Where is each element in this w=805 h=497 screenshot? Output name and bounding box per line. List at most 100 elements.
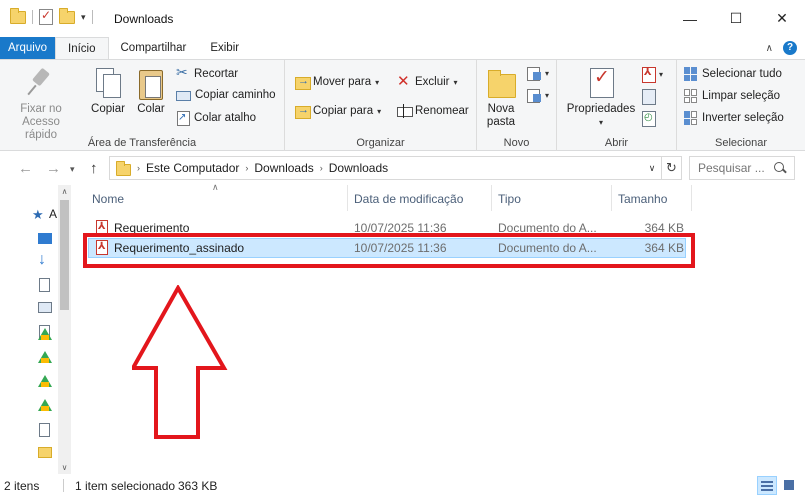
- copy-to-button[interactable]: Copiar para ▾: [295, 104, 381, 119]
- open-group: Propriedades ▾ ▾ Abrir: [557, 60, 677, 151]
- copy-path-label: Copiar caminho: [195, 89, 276, 101]
- tab-exibir[interactable]: Exibir: [198, 37, 251, 59]
- up-arrow-icon[interactable]: ↑: [90, 160, 98, 177]
- ribbon-tabs: Arquivo Início Compartilhar Exibir: [0, 37, 805, 59]
- column-divider[interactable]: [611, 185, 612, 211]
- document-icon[interactable]: [39, 278, 50, 292]
- tab-compartilhar[interactable]: Compartilhar: [109, 37, 199, 59]
- open-group-label: Abrir: [604, 137, 629, 149]
- refresh-icon[interactable]: ↻: [661, 157, 681, 179]
- help-icon[interactable]: ?: [783, 41, 797, 55]
- file-explorer-window: ▾ Downloads — ☐ ✕ Arquivo Início Compart…: [0, 0, 805, 497]
- chevron-right-icon[interactable]: ›: [320, 163, 323, 173]
- dropdown-arrow-icon: ▾: [598, 118, 603, 127]
- new-folder-button[interactable]: Nova pasta: [483, 66, 519, 129]
- rename-icon: [397, 104, 413, 118]
- column-name[interactable]: Nome: [92, 192, 124, 206]
- tab-inicio[interactable]: Início: [55, 37, 109, 59]
- paste-label: Colar: [137, 103, 165, 115]
- column-size[interactable]: Tamanho: [618, 192, 667, 206]
- move-to-button[interactable]: Mover para ▾: [295, 75, 379, 90]
- search-input[interactable]: [698, 161, 774, 175]
- history-icon: [641, 111, 656, 127]
- maximize-button[interactable]: ☐: [713, 0, 759, 37]
- breadcrumb-downloads[interactable]: Downloads: [254, 161, 313, 175]
- tab-arquivo[interactable]: Arquivo: [0, 37, 55, 59]
- quick-access-label[interactable]: A: [49, 207, 57, 221]
- highlight-annotation: [83, 233, 695, 268]
- search-icon: [774, 162, 786, 174]
- large-icons-view-icon: [784, 480, 794, 490]
- breadcrumb-este-computador[interactable]: Este Computador: [146, 161, 239, 175]
- column-divider[interactable]: [491, 185, 492, 211]
- column-date[interactable]: Data de modificação: [354, 192, 463, 206]
- select-all-label: Selecionar tudo: [702, 68, 782, 80]
- column-type[interactable]: Tipo: [498, 192, 521, 206]
- large-icons-view-button[interactable]: [780, 476, 800, 495]
- delete-icon: [397, 72, 411, 90]
- cut-label: Recortar: [194, 68, 239, 80]
- navigation-scrollbar[interactable]: ∧ ∨: [58, 185, 71, 474]
- details-view-button[interactable]: [757, 476, 777, 495]
- toolbar-separator: [91, 10, 93, 24]
- new-folder-icon[interactable]: [59, 7, 75, 24]
- pictures-icon[interactable]: [38, 302, 52, 313]
- collapse-ribbon-icon[interactable]: ∧: [766, 43, 773, 54]
- dropdown-arrow-icon: ▾: [659, 69, 664, 79]
- scrollbar-thumb[interactable]: [60, 200, 69, 310]
- new-folder-label: Nova pasta: [486, 103, 516, 128]
- organize-group: Mover para ▾ Copiar para ▾ Excluir ▾ Ren…: [285, 60, 477, 151]
- paste-shortcut-button[interactable]: Colar atalho: [176, 111, 256, 126]
- rename-button[interactable]: Renomear: [397, 104, 469, 118]
- history-button[interactable]: [641, 111, 656, 127]
- easy-access-button[interactable]: ▾: [527, 88, 549, 103]
- copy-button[interactable]: Copiar: [88, 66, 128, 116]
- status-bar: 2 itens 1 item selecionado 363 KB: [0, 474, 805, 497]
- open-with-button[interactable]: ▾: [641, 67, 664, 83]
- minimize-button[interactable]: —: [667, 0, 713, 37]
- close-button[interactable]: ✕: [759, 0, 805, 37]
- back-arrow-icon[interactable]: ←: [18, 160, 33, 177]
- chevron-right-icon[interactable]: ›: [137, 163, 140, 173]
- properties-button[interactable]: Propriedades ▾: [565, 66, 637, 129]
- copy-to-label: Copiar para: [313, 105, 374, 117]
- star-icon[interactable]: ★: [32, 207, 44, 223]
- desktop-icon[interactable]: [38, 233, 52, 244]
- new-item-button[interactable]: ▾: [527, 66, 550, 81]
- column-divider[interactable]: [347, 185, 348, 211]
- select-none-button[interactable]: Limpar seleção: [684, 89, 780, 103]
- address-dropdown-icon[interactable]: ∨: [643, 163, 661, 174]
- recent-locations-icon[interactable]: ▾: [70, 164, 75, 175]
- customize-toolbar-icon[interactable]: ▾: [81, 12, 86, 23]
- scroll-up-icon[interactable]: ∧: [58, 187, 71, 196]
- copy-path-button[interactable]: Copiar caminho: [176, 89, 276, 101]
- pin-quick-access-button[interactable]: Fixar no Acesso rápido: [8, 66, 74, 142]
- column-divider[interactable]: [691, 185, 692, 211]
- select-none-label: Limpar seleção: [702, 90, 780, 102]
- delete-button[interactable]: Excluir ▾: [397, 72, 458, 90]
- download-icon[interactable]: ↓: [38, 252, 52, 268]
- properties-label: Propriedades: [566, 103, 636, 115]
- properties-icon[interactable]: [39, 8, 53, 25]
- dropdown-arrow-icon: ▾: [545, 68, 550, 78]
- folder-icon: [116, 160, 131, 176]
- breadcrumb-downloads-current[interactable]: Downloads: [329, 161, 388, 175]
- new-folder-icon: [485, 66, 517, 100]
- folder-icon[interactable]: [10, 7, 26, 24]
- select-all-button[interactable]: Selecionar tudo: [684, 67, 782, 81]
- forward-arrow-icon[interactable]: →: [46, 160, 61, 177]
- chevron-right-icon[interactable]: ›: [245, 163, 248, 173]
- cloud-folder-icon[interactable]: [39, 423, 50, 437]
- edit-button[interactable]: [641, 89, 656, 105]
- quick-access-toolbar: ▾: [10, 7, 93, 25]
- address-bar[interactable]: › Este Computador › Downloads › Download…: [109, 156, 682, 180]
- folder-icon[interactable]: [38, 447, 52, 458]
- scroll-down-icon[interactable]: ∨: [58, 463, 71, 472]
- invert-selection-button[interactable]: Inverter seleção: [684, 111, 784, 125]
- clipboard-group-label: Área de Transferência: [87, 137, 197, 149]
- ribbon: Fixar no Acesso rápido Copiar Colar Reco…: [0, 59, 805, 151]
- paste-button[interactable]: Colar: [133, 66, 169, 116]
- cut-button[interactable]: Recortar: [176, 64, 239, 81]
- organize-group-label: Organizar: [356, 137, 405, 149]
- search-box[interactable]: [689, 156, 795, 180]
